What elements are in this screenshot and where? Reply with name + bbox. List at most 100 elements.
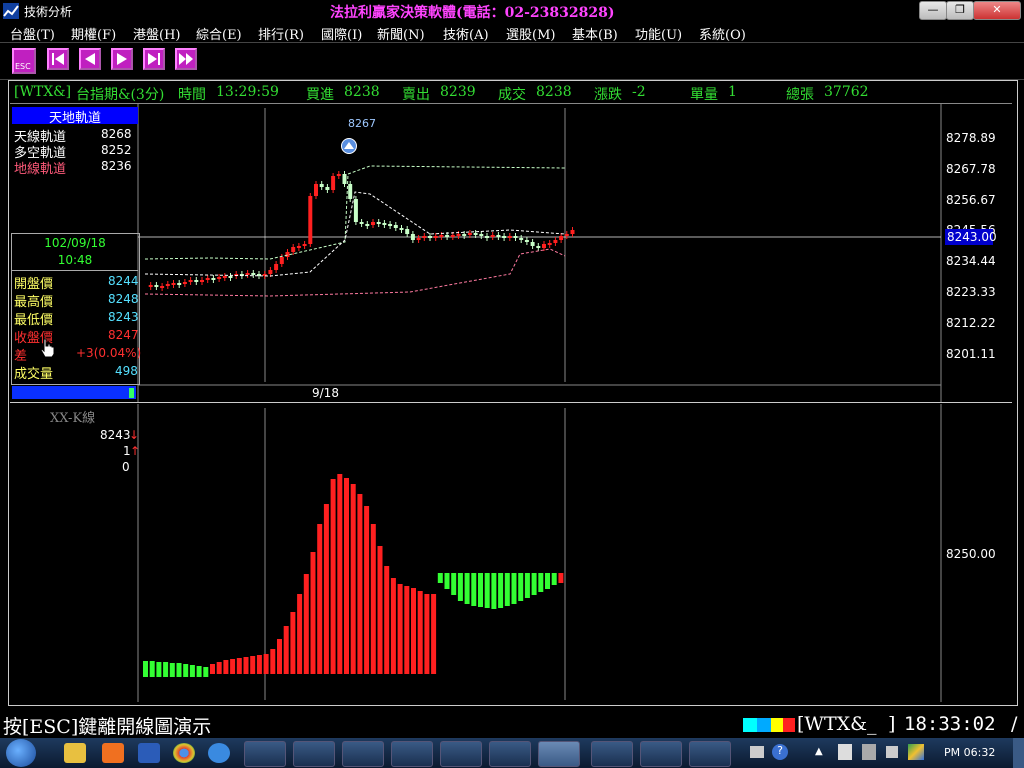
candlestick — [228, 276, 233, 278]
histogram-bar — [337, 474, 343, 674]
ask-label: 賣出 — [402, 87, 430, 103]
maximize-button[interactable]: ❐ — [946, 1, 974, 20]
histogram-bar — [223, 660, 229, 674]
quote-symbol: [WTX&] — [14, 84, 72, 100]
menu-item-ranking[interactable]: 排行(R) — [258, 24, 304, 43]
menu-item-composite[interactable]: 綜合(E) — [196, 24, 242, 43]
bid-label: 買進 — [306, 87, 334, 103]
last-value: 8238 — [536, 84, 572, 100]
esc-button[interactable]: ESC — [12, 48, 36, 74]
network-icon[interactable] — [862, 744, 876, 760]
histogram-bar — [484, 573, 490, 608]
taskbar: ? ▲ PM 06:32 — [0, 738, 1024, 768]
histogram-bar — [236, 658, 242, 674]
keyboard-icon[interactable] — [750, 746, 764, 758]
menu-item-hk[interactable]: 港盤(H) — [133, 24, 180, 43]
date-axis-label: 9/18 — [312, 386, 339, 400]
minimize-button[interactable]: — — [919, 1, 947, 20]
close-button[interactable]: ✕ — [973, 1, 1021, 20]
scrollbar-track[interactable] — [12, 386, 136, 399]
fast-forward-button[interactable] — [175, 48, 197, 70]
candlestick — [165, 284, 170, 286]
menu-item-international[interactable]: 國際(I) — [321, 24, 362, 43]
show-desktop-button[interactable] — [1013, 738, 1024, 768]
histogram-bar — [451, 573, 457, 595]
taskbar-app-9[interactable] — [689, 741, 731, 767]
first-button[interactable] — [47, 48, 69, 70]
chrome-icon[interactable] — [173, 743, 195, 763]
candlestick — [450, 235, 455, 237]
play-button[interactable] — [111, 48, 133, 70]
candlestick — [405, 229, 410, 234]
candlestick — [314, 184, 318, 196]
bar-info-divider — [11, 270, 138, 271]
next-button[interactable] — [143, 48, 165, 70]
candlestick — [245, 273, 250, 275]
histogram-bar — [424, 594, 430, 674]
candlestick — [473, 233, 478, 235]
taskbar-app-8[interactable] — [640, 741, 682, 767]
candlestick — [268, 270, 273, 274]
y-tick: 8278.89 — [946, 131, 996, 145]
word-icon[interactable] — [138, 743, 160, 763]
histogram-bar — [203, 667, 209, 677]
histogram-bar — [243, 657, 249, 674]
candlestick — [559, 236, 564, 240]
taskbar-app-3[interactable] — [342, 741, 384, 767]
help-icon[interactable]: ? — [772, 744, 788, 760]
taskbar-app-4[interactable] — [391, 741, 433, 767]
taskbar-app-7[interactable] — [591, 741, 633, 767]
y-tick: 8212.22 — [946, 316, 996, 330]
peak-value-label: 8267 — [348, 117, 376, 130]
menu-item-news[interactable]: 新聞(N) — [377, 24, 425, 43]
candlestick — [285, 252, 290, 257]
histogram-bar — [330, 479, 336, 674]
candlestick — [502, 236, 507, 238]
histogram-bar — [263, 654, 269, 674]
candlestick — [445, 235, 450, 237]
peak-up-arrow-icon[interactable] — [341, 138, 357, 154]
scrollbar-thumb[interactable] — [129, 388, 134, 398]
previous-button[interactable] — [79, 48, 101, 70]
histogram-bar — [250, 656, 256, 674]
taskbar-app-1[interactable] — [244, 741, 286, 767]
histogram-bar — [397, 584, 403, 674]
menu-item-system[interactable]: 系統(O) — [699, 24, 746, 43]
drive-icon[interactable] — [908, 744, 924, 760]
diff-label: 差 — [14, 349, 28, 364]
histogram-bar — [270, 649, 276, 674]
histogram-bar — [370, 524, 376, 674]
tray-expand-icon[interactable]: ▲ — [815, 746, 823, 757]
candlestick — [399, 228, 404, 230]
menu-item-stock-select[interactable]: 選股(M) — [506, 24, 555, 43]
lower-value-1: 8243 — [100, 428, 131, 442]
xx-k-line-chart[interactable] — [10, 404, 1012, 702]
menu-item-basic[interactable]: 基本(B) — [572, 24, 618, 43]
taskbar-app-2[interactable] — [293, 741, 335, 767]
candlestick — [524, 240, 529, 242]
menu-item-function[interactable]: 功能(U) — [635, 24, 682, 43]
candlestick — [251, 273, 256, 275]
flag-icon[interactable] — [838, 744, 852, 760]
high-price-value: 8248 — [108, 292, 139, 306]
taskbar-app-active[interactable] — [538, 741, 580, 767]
price-chart[interactable] — [10, 104, 1012, 402]
menu-item-taiwan[interactable]: 台盤(T) — [10, 24, 55, 43]
menu-item-futures[interactable]: 期權(F) — [71, 24, 116, 43]
hand-cursor-icon — [40, 338, 55, 358]
file-explorer-icon[interactable] — [64, 743, 86, 763]
candlestick — [564, 234, 569, 236]
sky-track-value: 8268 — [101, 127, 132, 141]
menu-item-technical[interactable]: 技術(A) — [443, 24, 489, 43]
candlestick — [342, 174, 347, 184]
taskbar-app-6[interactable] — [489, 741, 531, 767]
histogram-bar — [317, 524, 323, 674]
candlestick — [148, 285, 153, 287]
taskbar-app-5[interactable] — [440, 741, 482, 767]
volume-icon[interactable] — [886, 746, 898, 758]
open-price-label: 開盤價 — [14, 277, 54, 292]
start-button[interactable] — [6, 739, 36, 767]
media-player-icon[interactable] — [102, 743, 124, 763]
candlestick — [382, 223, 387, 225]
internet-explorer-icon[interactable] — [208, 743, 230, 763]
